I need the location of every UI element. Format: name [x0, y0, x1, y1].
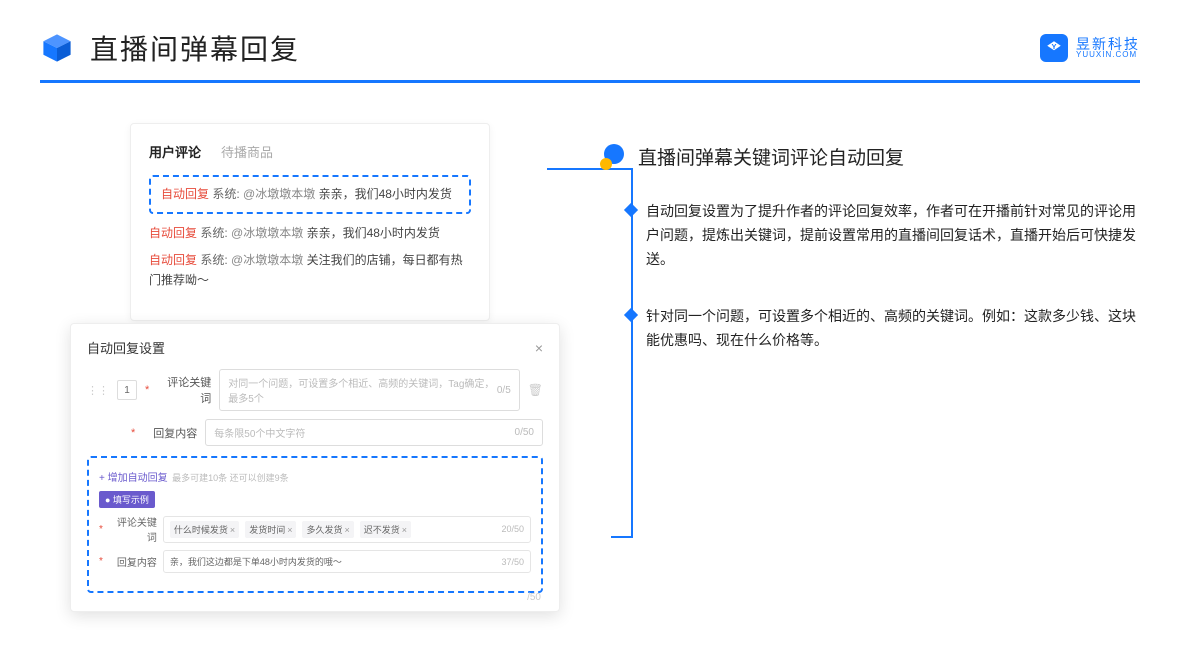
- ex-keyword-label: 评论关键词: [109, 514, 157, 544]
- settings-title: 自动回复设置: [87, 338, 165, 357]
- keyword-placeholder: 对同一个问题，可设置多个相近、高频的关键词，Tag确定，最多5个: [228, 375, 497, 405]
- keyword-tag[interactable]: 什么时候发货×: [170, 521, 239, 538]
- required-star: *: [99, 524, 103, 535]
- comment-row: 自动回复 系统: @冰墩墩本墩 关注我们的店铺，每日都有热门推荐呦～: [149, 251, 471, 289]
- brand-name-cn: 昱新科技: [1076, 37, 1140, 51]
- comment-text: 亲亲，我们48小时内发货: [319, 187, 452, 201]
- add-hint: 最多可建10条 还可以创建9条: [172, 473, 289, 483]
- ex-kw-counter: 20/50: [501, 524, 524, 534]
- tab-pending-goods[interactable]: 待播商品: [221, 142, 273, 161]
- keyword-counter: 0/5: [497, 385, 511, 396]
- auto-reply-tag: 自动回复: [161, 187, 209, 201]
- keyword-label: 评论关键词: [157, 374, 211, 406]
- ex-content-text: 亲，我们这边都是下单48小时内发货的哦～: [170, 555, 342, 568]
- comment-row: 自动回复 系统: @冰墩墩本墩 亲亲，我们48小时内发货: [149, 224, 471, 243]
- delete-icon[interactable]: 🗑: [528, 383, 543, 397]
- required-star: *: [99, 556, 103, 567]
- connector-line: [611, 536, 633, 538]
- drag-handle-icon[interactable]: ⋮⋮: [87, 384, 109, 397]
- diamond-icon: [624, 308, 638, 322]
- ex-content-label: 回复内容: [109, 554, 157, 569]
- content-counter: 0/50: [515, 427, 534, 438]
- bullet-item: 自动回复设置为了提升作者的评论回复效率，作者可在开播前针对常见的评论用户问题，提…: [600, 200, 1140, 271]
- system-tag: 系统:: [200, 253, 227, 267]
- example-highlight-box: + 增加自动回复 最多可建10条 还可以创建9条 ● 填写示例 * 评论关键词 …: [87, 456, 543, 593]
- add-auto-reply-link[interactable]: + 增加自动回复: [99, 473, 168, 484]
- required-star: *: [131, 427, 135, 439]
- keyword-tag[interactable]: 发货时间×: [245, 521, 296, 538]
- keyword-input[interactable]: 对同一个问题，可设置多个相近、高频的关键词，Tag确定，最多5个 0/5: [219, 369, 519, 411]
- content-placeholder: 每条限50个中文字符: [214, 425, 305, 440]
- connector-line: [631, 168, 633, 538]
- svg-text:Y: Y: [1051, 42, 1056, 51]
- highlighted-comment: 自动回复 系统: @冰墩墩本墩 亲亲，我们48小时内发货: [149, 175, 471, 214]
- user-mention: @冰墩墩本墩: [243, 187, 315, 201]
- ex-content-input[interactable]: 亲，我们这边都是下单48小时内发货的哦～ 37/50: [163, 550, 531, 573]
- cube-icon: [40, 31, 74, 65]
- chat-bubble-icon: [600, 144, 626, 170]
- content-input[interactable]: 每条限50个中文字符 0/50: [205, 419, 543, 446]
- bullet-text: 针对同一个问题，可设置多个相近的、高频的关键词。例如：这款多少钱、这块能优惠吗、…: [646, 305, 1140, 353]
- outer-counter: /50: [527, 592, 541, 603]
- user-mention: @冰墩墩本墩: [231, 226, 303, 240]
- comment-text: 亲亲，我们48小时内发货: [307, 226, 440, 240]
- content-label: 回复内容: [143, 425, 197, 441]
- system-tag: 系统:: [200, 226, 227, 240]
- brand-name-en: YUUXIN.COM: [1076, 51, 1140, 59]
- tab-user-comments[interactable]: 用户评论: [149, 142, 201, 161]
- comments-panel: 用户评论 待播商品 自动回复 系统: @冰墩墩本墩 亲亲，我们48小时内发货 自…: [130, 123, 490, 321]
- auto-reply-tag: 自动回复: [149, 226, 197, 240]
- close-icon[interactable]: ×: [535, 340, 543, 356]
- keyword-tag[interactable]: 迟不发货×: [360, 521, 411, 538]
- keyword-tag[interactable]: 多久发货×: [302, 521, 353, 538]
- diamond-icon: [624, 203, 638, 217]
- page-title: 直播间弹幕回复: [90, 28, 300, 68]
- bullet-item: 针对同一个问题，可设置多个相近的、高频的关键词。例如：这款多少钱、这块能优惠吗、…: [600, 305, 1140, 353]
- brand-badge: Y: [1040, 34, 1068, 62]
- bullet-text: 自动回复设置为了提升作者的评论回复效率，作者可在开播前针对常见的评论用户问题，提…: [646, 200, 1140, 271]
- comment-text: 关注我们的店铺，每日都有热门推荐呦～: [149, 253, 463, 286]
- ex-keyword-input[interactable]: 什么时候发货× 发货时间× 多久发货× 迟不发货× 20/50: [163, 516, 531, 543]
- index-number: 1: [117, 380, 137, 400]
- example-badge: ● 填写示例: [99, 491, 155, 508]
- section-title: 直播间弹幕关键词评论自动回复: [638, 143, 904, 170]
- user-mention: @冰墩墩本墩: [231, 253, 303, 267]
- auto-reply-settings-panel: 自动回复设置 × ⋮⋮ 1 * 评论关键词 对同一个问题，可设置多个相近、高频的…: [70, 323, 560, 612]
- brand-logo-block: Y 昱新科技 YUUXIN.COM: [1040, 34, 1140, 62]
- ex-content-counter: 37/50: [501, 557, 524, 567]
- system-tag: 系统:: [212, 187, 239, 201]
- required-star: *: [145, 384, 149, 396]
- auto-reply-tag: 自动回复: [149, 253, 197, 267]
